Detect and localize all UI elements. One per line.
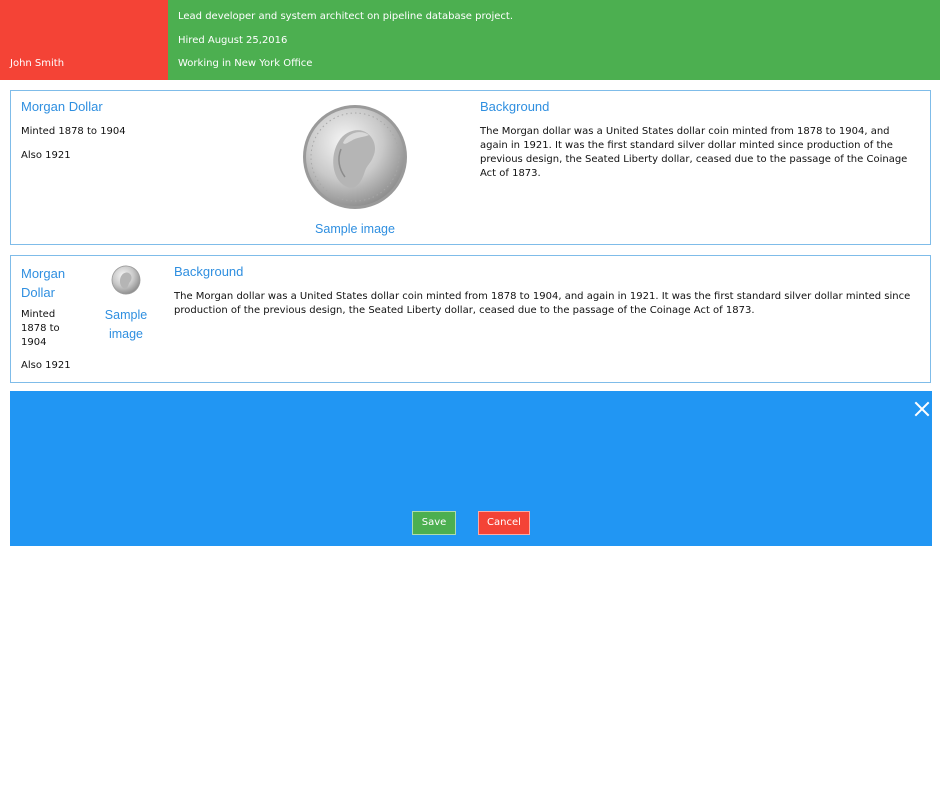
cancel-button[interactable]: Cancel xyxy=(478,511,530,535)
profile-info-block: Lead developer and system architect on p… xyxy=(168,0,940,80)
profile-hired-date: Hired August 25,2016 xyxy=(178,35,288,46)
coin-also: Also 1921 xyxy=(21,360,71,371)
coin-minted: Minted 1878 to 1904 xyxy=(21,309,60,348)
background-text: The Morgan dollar was a United States do… xyxy=(174,291,911,316)
profile-name-block: John Smith xyxy=(0,0,168,80)
edit-panel: Save Cancel xyxy=(10,391,932,546)
coin-title: Morgan Dollar xyxy=(21,99,103,114)
background-text: The Morgan dollar was a United States do… xyxy=(480,126,908,179)
sample-image-link[interactable]: Sample image xyxy=(309,222,401,236)
background-title: Background xyxy=(480,99,550,114)
profile-office: Working in New York Office xyxy=(178,58,313,69)
coin-card-compact: Morgan Dollar Minted 1878 to 1904 Also 1… xyxy=(10,255,931,383)
coin-card-wide: Morgan Dollar Minted 1878 to 1904 Also 1… xyxy=(10,90,931,245)
coin-image xyxy=(303,105,407,209)
close-icon[interactable] xyxy=(914,401,930,417)
sample-image-link[interactable]: Sample image xyxy=(99,306,153,344)
save-button[interactable]: Save xyxy=(412,511,456,535)
coin-thumbnail-image xyxy=(111,265,141,295)
background-title: Background xyxy=(174,264,244,279)
profile-name: John Smith xyxy=(10,58,65,69)
coin-also: Also 1921 xyxy=(21,150,71,161)
profile-header: John Smith Lead developer and system arc… xyxy=(0,0,940,80)
profile-description: Lead developer and system architect on p… xyxy=(178,11,513,22)
coin-minted: Minted 1878 to 1904 xyxy=(21,126,126,137)
coin-title: Morgan Dollar xyxy=(21,266,66,300)
